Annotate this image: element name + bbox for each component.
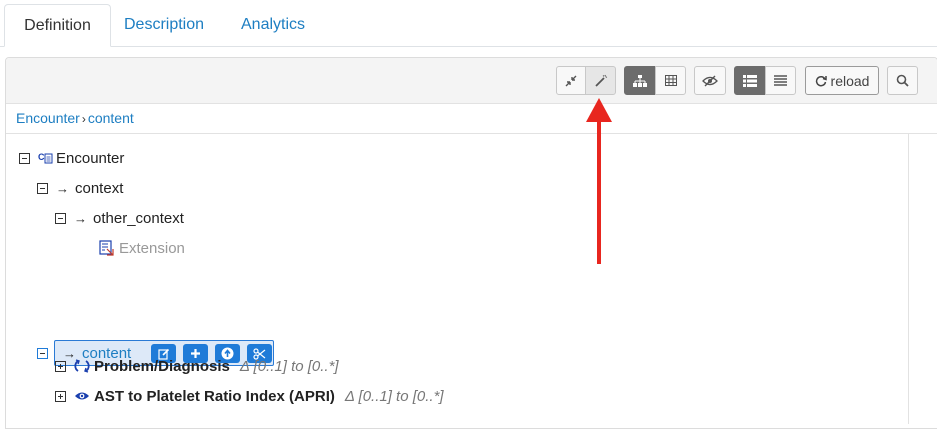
tree-node-label: context [75, 179, 124, 197]
breadcrumb-item-content[interactable]: content [88, 110, 134, 126]
reload-button[interactable]: reload [805, 66, 879, 95]
search-button[interactable] [887, 66, 918, 95]
tree-node-apri[interactable]: AST to Platelet Ratio Index (APRI) Δ [0.… [55, 384, 444, 408]
hierarchy-view-button[interactable] [624, 66, 656, 95]
tree-node-problem-diagnosis[interactable]: Problem/Diagnosis Δ [0..1] to [0..*] [55, 354, 339, 378]
tree-node-extension[interactable]: Extension [99, 236, 185, 260]
collapse-toggle-icon[interactable] [37, 347, 48, 359]
list-icon [743, 74, 757, 87]
arrow-right-icon: → [56, 180, 69, 196]
tree-node-other-context[interactable]: → other_context [55, 206, 184, 230]
collapse-toggle-icon[interactable] [37, 182, 48, 194]
tree-node-label: Extension [119, 239, 185, 257]
expand-toggle-icon[interactable] [55, 390, 66, 402]
collapse-toggle-icon[interactable] [19, 152, 30, 164]
tab-bar: Definition Description Analytics [0, 0, 937, 47]
tab-definition[interactable]: Definition [4, 4, 111, 47]
magic-wand-button[interactable] [585, 66, 616, 95]
collapse-toggle-icon[interactable] [55, 212, 66, 224]
tree-node-content-toggle[interactable] [37, 341, 56, 365]
hierarchy-icon [633, 74, 647, 87]
class-icon: C [38, 152, 53, 164]
collapse-button[interactable] [556, 66, 586, 95]
lines-icon [774, 75, 787, 86]
magic-wand-icon [594, 74, 607, 87]
cycle-icon [74, 359, 90, 373]
refresh-icon [815, 75, 827, 86]
cardinality-text: Δ [0..1] to [0..*] [239, 357, 339, 375]
toggle-hidden-button[interactable] [694, 66, 726, 95]
tree-node-label: Problem/Diagnosis [94, 357, 230, 375]
breadcrumb: Encounter › content [16, 110, 134, 126]
compact-view-button[interactable] [765, 66, 796, 95]
scroll-area-border [908, 134, 909, 424]
eye-icon [75, 392, 89, 400]
tree-node-label: AST to Platelet Ratio Index (APRI) [94, 387, 335, 405]
list-view-button[interactable] [734, 66, 766, 95]
tree-node-context[interactable]: → context [37, 176, 123, 200]
expand-toggle-icon[interactable] [55, 360, 66, 372]
tab-description[interactable]: Description [108, 4, 220, 45]
tree-node-label: other_context [93, 209, 184, 227]
extension-icon [99, 240, 114, 256]
table-view-button[interactable] [655, 66, 686, 95]
tab-analytics[interactable]: Analytics [225, 4, 321, 45]
svg-text:C: C [38, 152, 45, 162]
breadcrumb-item-encounter[interactable]: Encounter [16, 110, 80, 126]
search-icon [896, 74, 909, 87]
cardinality-text: Δ [0..1] to [0..*] [344, 387, 444, 405]
arrow-right-icon: → [74, 210, 87, 226]
collapse-arrows-icon [565, 75, 577, 86]
breadcrumb-separator: › [81, 112, 86, 126]
tree-view: C Encounter → context → other_context Ex… [6, 134, 906, 424]
annotation-arrow [586, 98, 612, 264]
toolbar: reload [6, 58, 937, 104]
table-icon [664, 75, 677, 86]
tree-node-encounter[interactable]: C Encounter [19, 146, 124, 170]
definition-panel: reload Encounter › content C Encounter → c… [5, 57, 937, 429]
eye-slash-icon [702, 75, 718, 86]
reload-label: reload [830, 72, 870, 89]
tree-node-label: Encounter [56, 149, 125, 167]
